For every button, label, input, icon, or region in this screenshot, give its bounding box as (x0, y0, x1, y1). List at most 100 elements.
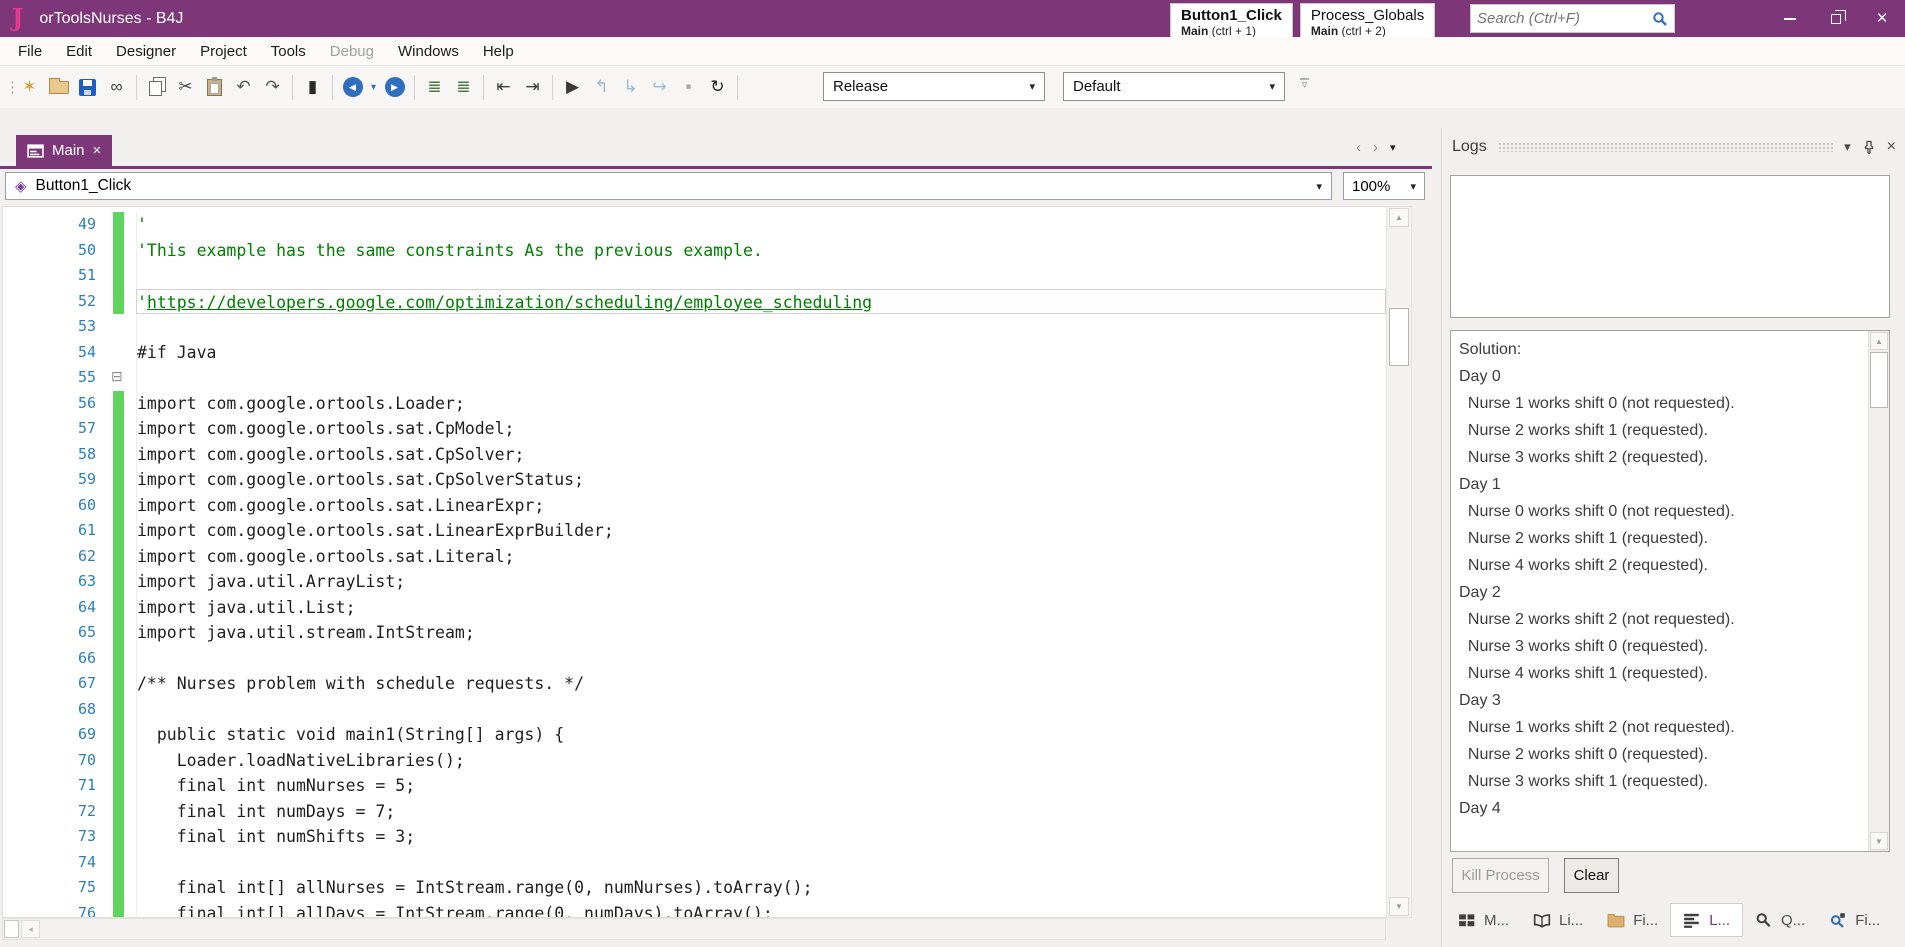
line-number[interactable]: 60 (3, 493, 106, 519)
line-number[interactable]: 65 (3, 620, 106, 646)
line-number[interactable]: 73 (3, 824, 106, 850)
line-number[interactable]: 56 (3, 391, 106, 417)
code-text[interactable]: import com.google.ortools.sat.CpModel; (136, 416, 1386, 442)
redo-icon[interactable]: ↷ (258, 72, 287, 102)
menu-edit[interactable]: Edit (54, 38, 104, 65)
scroll-up-icon[interactable]: ▲ (1389, 208, 1409, 227)
code-text[interactable]: final int[] allNurses = IntStream.range(… (136, 875, 1386, 901)
zoom-select[interactable]: 100% ▾ (1343, 172, 1425, 200)
outdent-icon[interactable]: ⇤ (489, 72, 518, 102)
navigate-forward-icon[interactable]: ▶ (380, 72, 409, 102)
line-number[interactable]: 70 (3, 748, 106, 774)
run-icon[interactable]: ▶ (558, 72, 587, 102)
toolbar-overflow-icon[interactable]: ▿ (1300, 78, 1309, 91)
cut-icon[interactable]: ✂ (171, 72, 200, 102)
code-text[interactable]: final int numShifts = 3; (136, 824, 1386, 850)
code-text[interactable]: import java.util.ArrayList; (136, 569, 1386, 595)
line-number[interactable]: 75 (3, 875, 106, 901)
scrollbar-thumb[interactable] (1389, 308, 1409, 366)
editor-vertical-scrollbar[interactable]: ▲ ▼ (1386, 206, 1412, 918)
code-text[interactable]: final int numNurses = 5; (136, 773, 1386, 799)
solution-line[interactable]: Nurse 4 works shift 2 (requested). (1459, 552, 1889, 579)
line-number[interactable]: 51 (3, 263, 106, 289)
dock-tab-folder[interactable]: Fi... (1595, 903, 1670, 937)
save-icon[interactable] (73, 72, 102, 102)
code-text[interactable]: final int numDays = 7; (136, 798, 1386, 824)
dock-tab-magnifier[interactable]: Q... (1743, 903, 1817, 937)
code-text[interactable]: import com.google.ortools.sat.CpSolverSt… (136, 467, 1386, 493)
navigate-back-dropdown-icon[interactable]: ▾ (367, 72, 380, 102)
line-number[interactable]: 58 (3, 442, 106, 468)
code-text[interactable]: #if Java (136, 339, 1386, 365)
solution-line[interactable]: Nurse 4 works shift 1 (requested). (1459, 660, 1889, 687)
code-text[interactable]: import com.google.ortools.sat.LinearExpr… (136, 492, 1386, 518)
solution-line[interactable]: Day 4 (1459, 795, 1889, 822)
scroll-up-icon[interactable]: ▲ (1870, 332, 1888, 350)
line-number[interactable]: 55 (3, 365, 106, 391)
solution-line[interactable]: Nurse 2 works shift 2 (not requested). (1459, 606, 1889, 633)
line-number[interactable]: 52 (3, 289, 106, 315)
solution-line[interactable]: Day 2 (1459, 579, 1889, 606)
code-text[interactable]: import com.google.ortools.sat.LinearExpr… (136, 518, 1386, 544)
splitter-handle[interactable] (4, 920, 19, 938)
find-icon[interactable]: ∞ (102, 72, 131, 102)
code-text[interactable]: 'This example has the same constraints A… (136, 237, 1386, 263)
code-text[interactable]: import com.google.ortools.Loader; (136, 390, 1386, 416)
navigate-back-icon[interactable]: ◀ (338, 72, 367, 102)
step-over-icon[interactable]: ↳ (616, 72, 645, 102)
search-icon[interactable] (1652, 11, 1668, 27)
line-number[interactable]: 64 (3, 595, 106, 621)
line-number[interactable]: 67 (3, 671, 106, 697)
indent-icon[interactable]: ⇥ (518, 72, 547, 102)
tab-list-dropdown-icon[interactable]: ▾ (1390, 141, 1396, 154)
code-text[interactable]: Loader.loadNativeLibraries(); (136, 747, 1386, 773)
comment-icon[interactable]: ≣ (420, 72, 449, 102)
line-number[interactable]: 76 (3, 901, 106, 918)
solution-line[interactable]: Nurse 1 works shift 0 (not requested). (1459, 390, 1889, 417)
scroll-down-icon[interactable]: ▼ (1389, 897, 1409, 916)
line-number[interactable]: 71 (3, 773, 106, 799)
code-text[interactable] (136, 645, 1386, 671)
solution-scrollbar[interactable]: ▲ ▼ (1868, 331, 1889, 851)
line-number[interactable]: 62 (3, 544, 106, 570)
code-editor[interactable]: 49 ' 50 'This example has the same constrai… (2, 206, 1386, 918)
clear-button[interactable]: Clear (1564, 858, 1619, 893)
comment-link[interactable]: https://developers.google.com/optimizati… (147, 293, 872, 312)
code-text[interactable]: public static void main1(String[] args) … (136, 722, 1386, 748)
search-input[interactable] (1477, 10, 1652, 27)
line-number[interactable]: 68 (3, 697, 106, 723)
dock-tab-modules[interactable]: M... (1446, 903, 1521, 937)
panel-close-icon[interactable]: × (1887, 138, 1896, 156)
stop-icon[interactable]: ▪ (674, 72, 703, 102)
menu-tools[interactable]: Tools (259, 38, 318, 65)
copy-icon[interactable] (142, 72, 171, 102)
line-number[interactable]: 50 (3, 238, 106, 264)
solution-line[interactable]: Nurse 3 works shift 2 (requested). (1459, 444, 1889, 471)
editor-horizontal-scrollbar[interactable]: ◂ (2, 918, 1386, 940)
line-number[interactable]: 63 (3, 569, 106, 595)
code-text[interactable] (136, 263, 1386, 289)
line-number[interactable]: 49 (3, 212, 106, 238)
tab-scroll-right-icon[interactable]: › (1373, 139, 1378, 156)
solution-line[interactable]: Nurse 2 works shift 1 (requested). (1459, 525, 1889, 552)
code-text[interactable]: ' (136, 212, 1386, 238)
rebuild-icon[interactable]: ↻ (703, 72, 732, 102)
line-number[interactable]: 66 (3, 646, 106, 672)
code-text[interactable]: import com.google.ortools.sat.CpSolver; (136, 441, 1386, 467)
minimize-button[interactable] (1767, 0, 1813, 37)
solution-list[interactable]: Solution: Day 0 Nurse 1 works shift 0 (no… (1450, 330, 1890, 852)
line-number[interactable]: 72 (3, 799, 106, 825)
code-text[interactable] (136, 696, 1386, 722)
tab-close-icon[interactable]: × (93, 143, 102, 158)
menu-designer[interactable]: Designer (104, 38, 188, 65)
menu-file[interactable]: File (6, 38, 54, 65)
line-number[interactable]: 74 (3, 850, 106, 876)
maximize-button[interactable] (1813, 0, 1859, 37)
open-project-icon[interactable] (44, 72, 73, 102)
undo-icon[interactable]: ↶ (229, 72, 258, 102)
solution-line[interactable]: Day 1 (1459, 471, 1889, 498)
dock-tab-loglines[interactable]: L... (1670, 903, 1744, 937)
code-text[interactable]: 'https://developers.google.com/optimizat… (136, 288, 1386, 314)
bookmark-icon[interactable]: ▮ (298, 72, 327, 102)
solution-line[interactable]: Day 3 (1459, 687, 1889, 714)
